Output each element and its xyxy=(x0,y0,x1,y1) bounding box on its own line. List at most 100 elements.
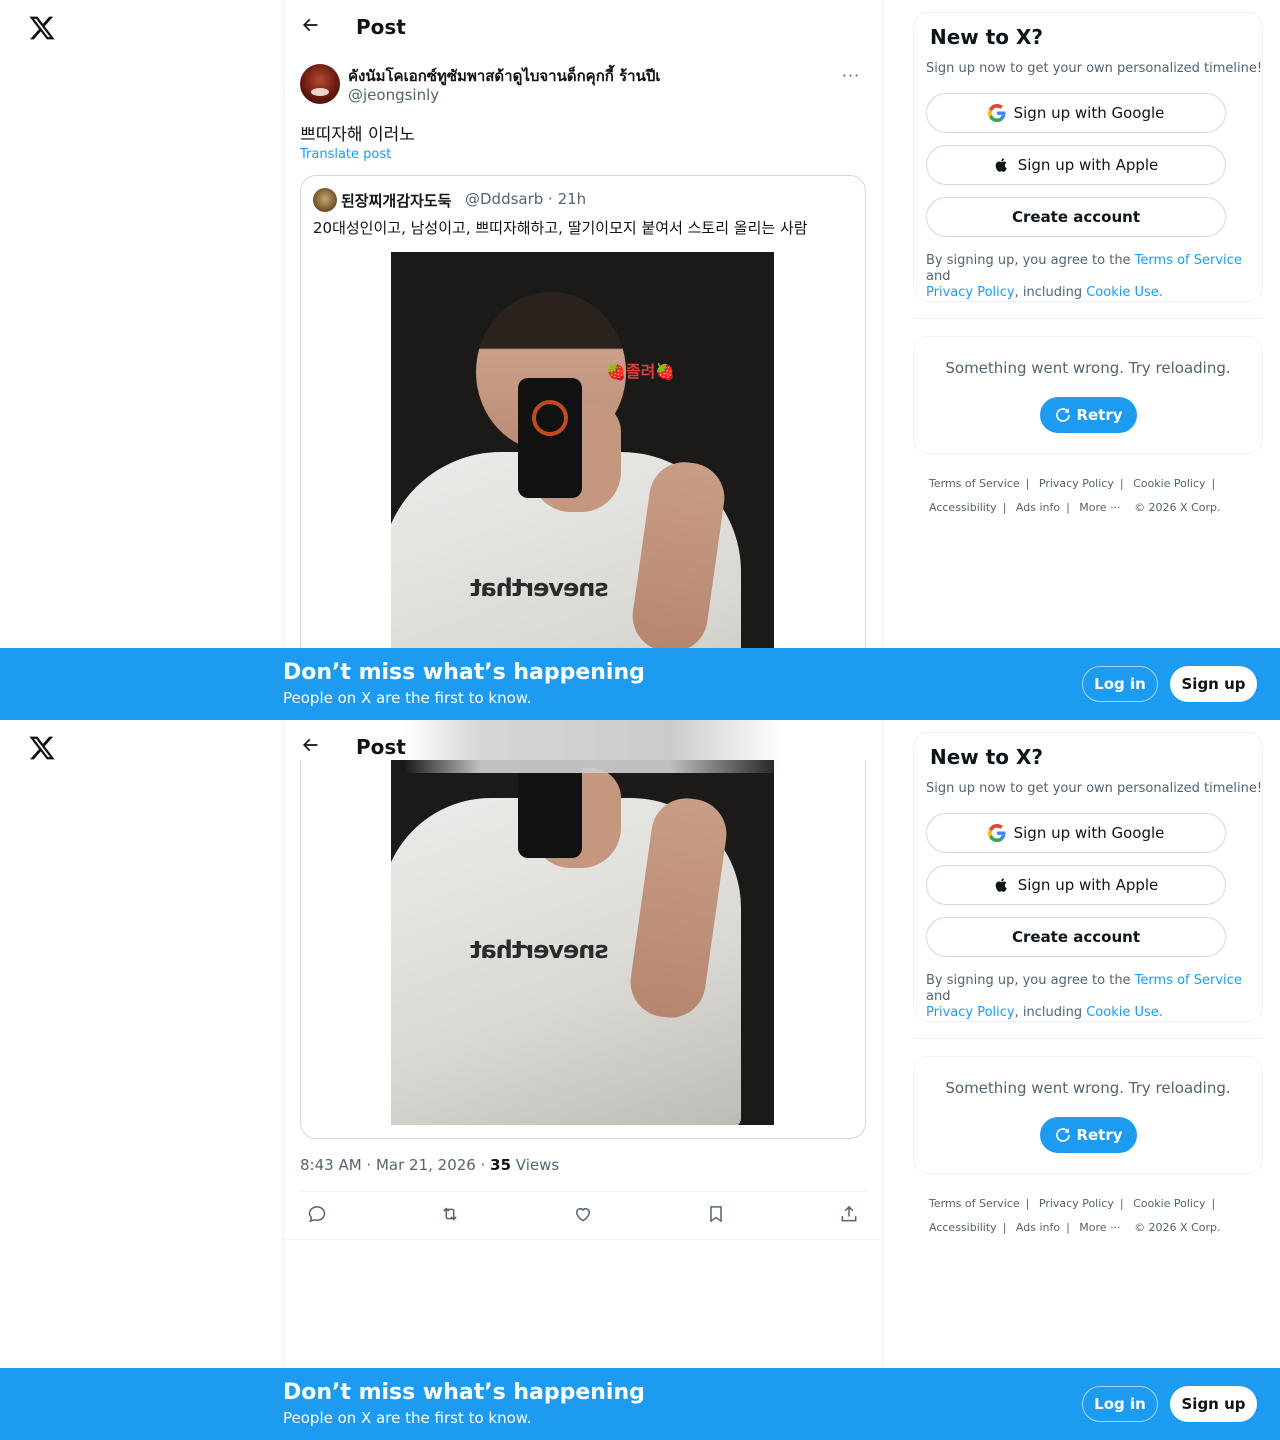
divider xyxy=(284,1239,882,1240)
error-message: Something went wrong. Try reloading. xyxy=(945,1079,1231,1097)
signup-apple-button[interactable]: Sign up with Apple xyxy=(926,865,1226,905)
translate-post-link[interactable]: Translate post xyxy=(300,147,391,162)
bookmark-button[interactable] xyxy=(699,1200,733,1232)
views-count: 35 xyxy=(490,1156,512,1174)
cookie-link[interactable]: Cookie Use. xyxy=(1086,285,1163,300)
privacy-link[interactable]: Privacy Policy xyxy=(926,1005,1015,1020)
signup-apple-label: Sign up with Apple xyxy=(1017,156,1159,174)
create-account-button[interactable]: Create account xyxy=(926,197,1226,237)
footer-more[interactable]: More ··· xyxy=(1079,1221,1120,1234)
retry-button[interactable]: Retry xyxy=(1040,1117,1137,1153)
x-logo-icon[interactable] xyxy=(28,14,56,42)
terms-link[interactable]: Terms of Service xyxy=(1135,973,1242,988)
login-button[interactable]: Log in xyxy=(1082,1386,1158,1422)
footer-copyright: © 2026 X Corp. xyxy=(1134,501,1221,514)
photo-sticker: 🍓졸려🍓 xyxy=(606,362,676,381)
signup-button[interactable]: Sign up xyxy=(1170,1386,1257,1422)
retry-button[interactable]: Retry xyxy=(1040,397,1137,433)
refresh-icon xyxy=(1054,406,1072,424)
login-button[interactable]: Log in xyxy=(1082,666,1158,702)
error-card: Something went wrong. Try reloading. Ret… xyxy=(913,1056,1263,1174)
footer-cookie[interactable]: Cookie Policy xyxy=(1133,1197,1205,1210)
footer-ads[interactable]: Ads info xyxy=(1016,1221,1060,1234)
signup-google-label: Sign up with Google xyxy=(1013,104,1165,122)
bookmark-icon xyxy=(706,1204,726,1228)
footer-more[interactable]: More ··· xyxy=(1079,501,1120,514)
signup-title: New to X? xyxy=(930,25,1044,49)
footer-privacy[interactable]: Privacy Policy xyxy=(1039,1197,1114,1210)
footer-cookie[interactable]: Cookie Policy xyxy=(1133,477,1205,490)
retry-label: Retry xyxy=(1076,406,1123,424)
page-title: Post xyxy=(356,14,406,39)
header-bar: Post xyxy=(284,0,882,53)
arrow-left-icon xyxy=(300,15,320,39)
shirt-print: sneverthat xyxy=(471,574,609,602)
signup-subtitle: Sign up now to get your own personalized… xyxy=(926,781,1263,796)
apple-icon xyxy=(994,876,1010,894)
back-button[interactable] xyxy=(292,9,328,45)
footer-terms[interactable]: Terms of Service xyxy=(929,477,1020,490)
footer-copyright: © 2026 X Corp. xyxy=(1134,1221,1221,1234)
signup-banner: Don’t miss what’s happening People on X … xyxy=(0,648,1280,720)
post-author: คังนัมโคเอกซ์ทูซัมพาสด้าดูไบจานด็กคุกกี้… xyxy=(300,64,866,108)
quoted-post[interactable]: sneverthat xyxy=(300,760,866,1139)
back-button[interactable] xyxy=(292,729,328,765)
sidebar-divider xyxy=(913,1038,1263,1039)
post-text: 쁘띠자해 이러노 xyxy=(300,125,415,145)
terms-link[interactable]: Terms of Service xyxy=(1135,253,1242,268)
quoted-author-name: 된장찌개감자도둑 xyxy=(341,192,452,210)
page-title: Post xyxy=(356,734,406,759)
banner-subtitle: People on X are the first to know. xyxy=(283,689,532,707)
post-actions xyxy=(300,1200,866,1232)
quoted-handle-time: @Dddsarb · 21h xyxy=(465,190,587,208)
signup-google-label: Sign up with Google xyxy=(1013,824,1165,842)
quoted-photo[interactable]: sneverthat xyxy=(391,760,774,1125)
primary-column: Post sneverthat 8:43 AM · Mar 21, 2026 ·… xyxy=(284,720,882,1440)
banner-title: Don’t miss what’s happening xyxy=(283,660,645,685)
cookie-link[interactable]: Cookie Use. xyxy=(1086,1005,1163,1020)
primary-column: Post คังนัมโคเอกซ์ทูซัมพาสด้าดูไบจานด็กค… xyxy=(284,0,882,720)
footer-privacy[interactable]: Privacy Policy xyxy=(1039,477,1114,490)
signup-banner: Don’t miss what’s happening People on X … xyxy=(0,1368,1280,1440)
like-button[interactable] xyxy=(566,1200,600,1232)
banner-subtitle: People on X are the first to know. xyxy=(283,1409,532,1427)
signup-card: New to X? Sign up now to get your own pe… xyxy=(913,732,1263,1022)
x-logo-icon[interactable] xyxy=(28,734,56,762)
shirt-print: sneverthat xyxy=(471,936,609,964)
repost-button[interactable] xyxy=(433,1200,467,1232)
author-name[interactable]: คังนัมโคเอกซ์ทูซัมพาสด้าดูไบจานด็กคุกกี้… xyxy=(348,64,660,88)
reply-icon xyxy=(307,1204,327,1228)
viewport-top: Post คังนัมโคเอกซ์ทูซัมพาสด้าดูไบจานด็กค… xyxy=(0,0,1280,720)
share-icon xyxy=(839,1204,859,1228)
refresh-icon xyxy=(1054,1126,1072,1144)
divider xyxy=(300,1191,866,1192)
create-account-button[interactable]: Create account xyxy=(926,917,1226,957)
signup-button[interactable]: Sign up xyxy=(1170,666,1257,702)
signup-subtitle: Sign up now to get your own personalized… xyxy=(926,61,1263,76)
signup-title: New to X? xyxy=(930,745,1044,769)
signup-google-button[interactable]: Sign up with Google xyxy=(926,93,1226,133)
column-divider xyxy=(882,720,883,1440)
signup-google-button[interactable]: Sign up with Google xyxy=(926,813,1226,853)
footer-ads[interactable]: Ads info xyxy=(1016,501,1060,514)
viewport-scrolled: Post sneverthat 8:43 AM · Mar 21, 2026 ·… xyxy=(0,720,1280,1440)
footer-accessibility[interactable]: Accessibility xyxy=(929,501,997,514)
post-timestamp: 8:43 AM · Mar 21, 2026 · 35 Views xyxy=(300,1156,560,1174)
footer-terms[interactable]: Terms of Service xyxy=(929,1197,1020,1210)
share-button[interactable] xyxy=(832,1200,866,1232)
legal-text: By signing up, you agree to the Terms of… xyxy=(926,973,1242,1020)
privacy-link[interactable]: Privacy Policy xyxy=(926,285,1015,300)
quoted-post[interactable]: 된장찌개감자도둑 @Dddsarb · 21h 20대성인이고, 남성이고, 쁘… xyxy=(300,175,866,720)
error-message: Something went wrong. Try reloading. xyxy=(945,359,1231,377)
banner-title: Don’t miss what’s happening xyxy=(283,1380,645,1405)
footer-accessibility[interactable]: Accessibility xyxy=(929,1221,997,1234)
avatar[interactable] xyxy=(300,64,340,104)
more-options-button[interactable]: ··· xyxy=(836,64,866,86)
google-icon xyxy=(987,104,1006,122)
signup-apple-button[interactable]: Sign up with Apple xyxy=(926,145,1226,185)
reply-button[interactable] xyxy=(300,1200,334,1232)
author-handle[interactable]: @jeongsinly xyxy=(348,86,439,104)
like-icon xyxy=(573,1204,593,1228)
header-bar: Post xyxy=(284,720,882,773)
repost-icon xyxy=(440,1204,460,1228)
